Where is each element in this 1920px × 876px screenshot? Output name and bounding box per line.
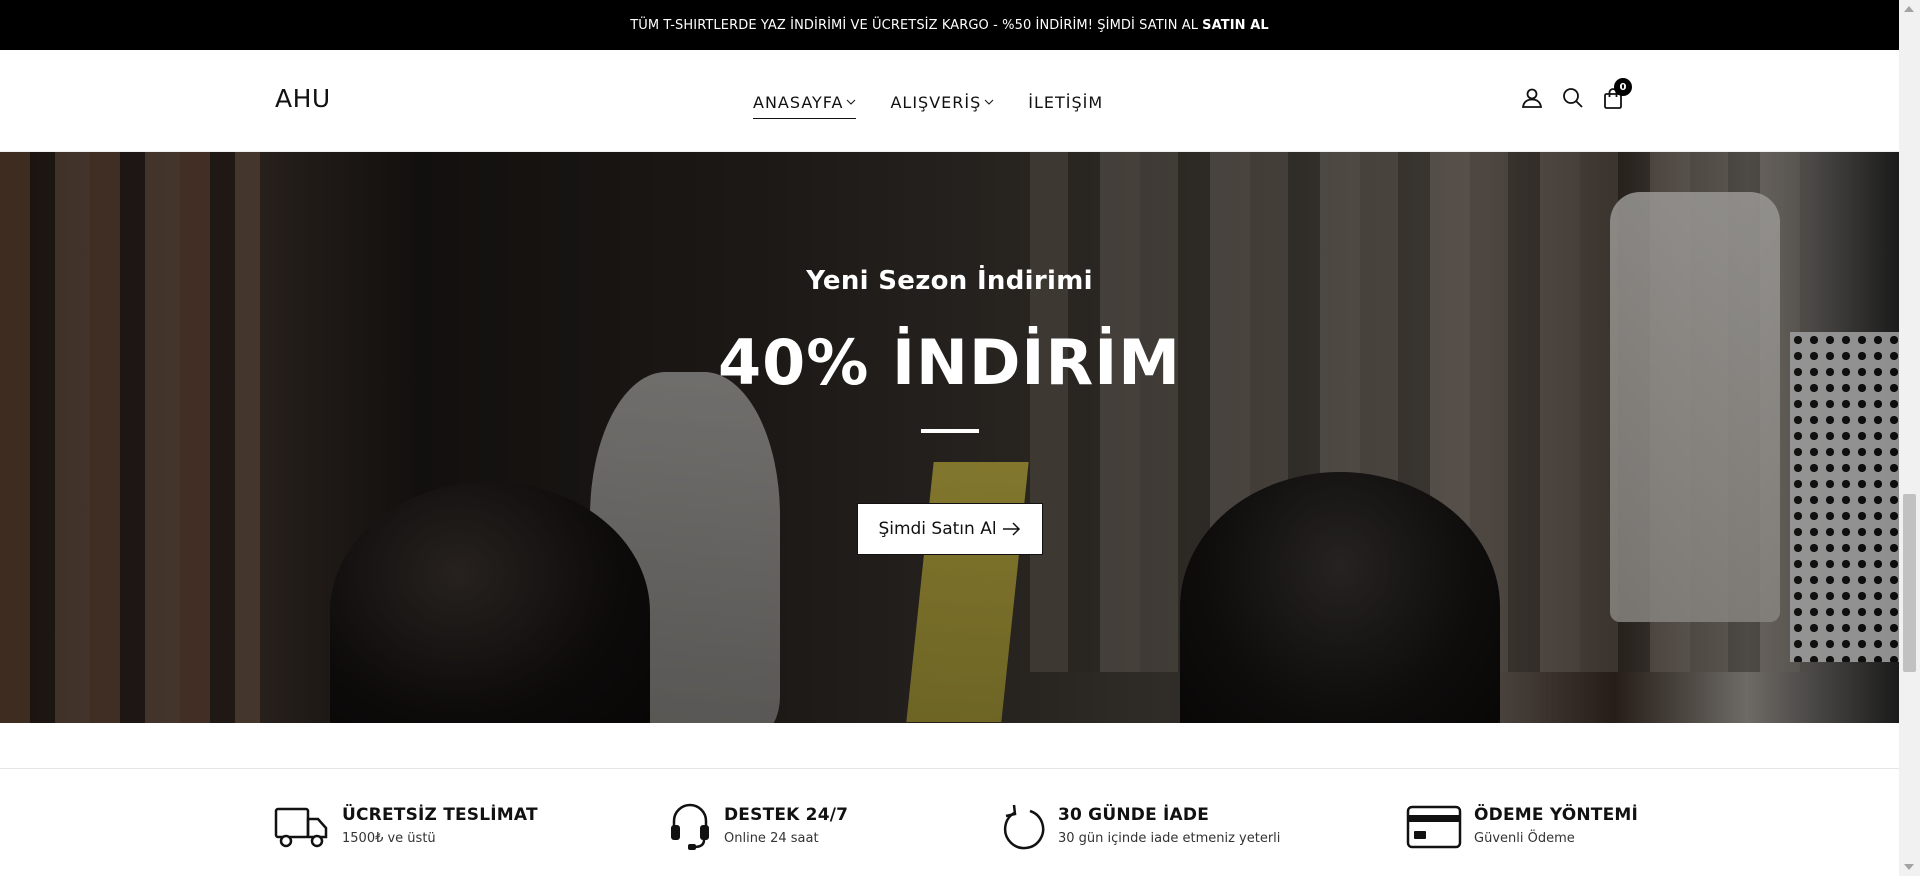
truck-icon: [274, 801, 330, 853]
scroll-down-arrow-icon[interactable]: [1904, 864, 1914, 870]
hero-content: Yeni Sezon İndirimi 40% İNDİRİM Şimdi Sa…: [0, 152, 1899, 723]
nav-item-iletisim[interactable]: İLETİŞİM: [1028, 89, 1103, 115]
shop-now-button[interactable]: Şimdi Satın Al: [856, 503, 1043, 555]
feature-returns: 30 GÜNDE İADE 30 gün içinde iade etmeniz…: [1000, 801, 1280, 853]
nav-item-anasayfa[interactable]: ANASAYFA: [753, 89, 857, 119]
refresh-icon: [1000, 801, 1046, 853]
logo[interactable]: AHU: [275, 84, 331, 113]
hero-banner: Yeni Sezon İndirimi 40% İNDİRİM Şimdi Sa…: [0, 152, 1899, 723]
feature-title: ÜCRETSİZ TESLİMAT: [342, 805, 538, 825]
feature-payment: ÖDEME YÖNTEMİ Güvenli Ödeme: [1406, 801, 1638, 853]
nav-item-label: ALIŞVERİŞ: [890, 92, 982, 112]
scroll-thumb[interactable]: [1903, 494, 1916, 672]
cart-icon[interactable]: 0: [1601, 78, 1632, 112]
announcement-bar: TÜM T-SHIRTLERDE YAZ İNDİRİMİ VE ÜCRETSİ…: [0, 0, 1899, 50]
scroll-up-arrow-icon[interactable]: [1904, 6, 1914, 12]
feature-title: ÖDEME YÖNTEMİ: [1474, 805, 1639, 825]
credit-card-icon: [1406, 801, 1462, 853]
hero-title: 40% İNDİRİM: [718, 326, 1181, 399]
feature-support: DESTEK 24/7 Online 24 saat: [668, 801, 848, 853]
hero-subtitle: Yeni Sezon İndirimi: [806, 266, 1093, 296]
nav-item-alisveris[interactable]: ALIŞVERİŞ: [890, 89, 994, 115]
cart-count-badge: 0: [1614, 78, 1632, 96]
announcement-link[interactable]: SATIN AL: [1202, 18, 1269, 33]
feature-subtitle: Online 24 saat: [724, 831, 819, 846]
feature-subtitle: Güvenli Ödeme: [1474, 831, 1575, 846]
announcement-text: TÜM T-SHIRTLERDE YAZ İNDİRİMİ VE ÜCRETSİ…: [630, 17, 1199, 33]
feature-subtitle: 1500₺ ve üstü: [342, 831, 436, 846]
shop-now-label: Şimdi Satın Al: [878, 519, 997, 539]
chevron-down-icon: [984, 97, 994, 107]
arrow-right-icon: [1002, 522, 1020, 536]
user-icon[interactable]: [1520, 86, 1546, 112]
main-nav: ANASAYFA ALIŞVERİŞ İLETİŞİM: [753, 89, 1137, 119]
feature-title: DESTEK 24/7: [724, 805, 849, 825]
search-icon[interactable]: [1561, 86, 1587, 112]
page-scrollbar[interactable]: [1899, 0, 1920, 876]
feature-subtitle: 30 gün içinde iade etmeniz yeterli: [1058, 831, 1281, 846]
chevron-down-icon: [846, 97, 856, 107]
nav-item-label: ANASAYFA: [753, 92, 844, 112]
nav-item-label: İLETİŞİM: [1028, 92, 1104, 112]
hero-divider: [920, 429, 979, 433]
feature-title: 30 GÜNDE İADE: [1058, 805, 1210, 825]
feature-free-delivery: ÜCRETSİZ TESLİMAT 1500₺ ve üstü: [274, 801, 538, 853]
headset-icon: [668, 801, 712, 853]
features-strip: ÜCRETSİZ TESLİMAT 1500₺ ve üstü DESTEK 2…: [0, 768, 1899, 876]
viewport: TÜM T-SHIRTLERDE YAZ İNDİRİMİ VE ÜCRETSİ…: [0, 0, 1899, 876]
